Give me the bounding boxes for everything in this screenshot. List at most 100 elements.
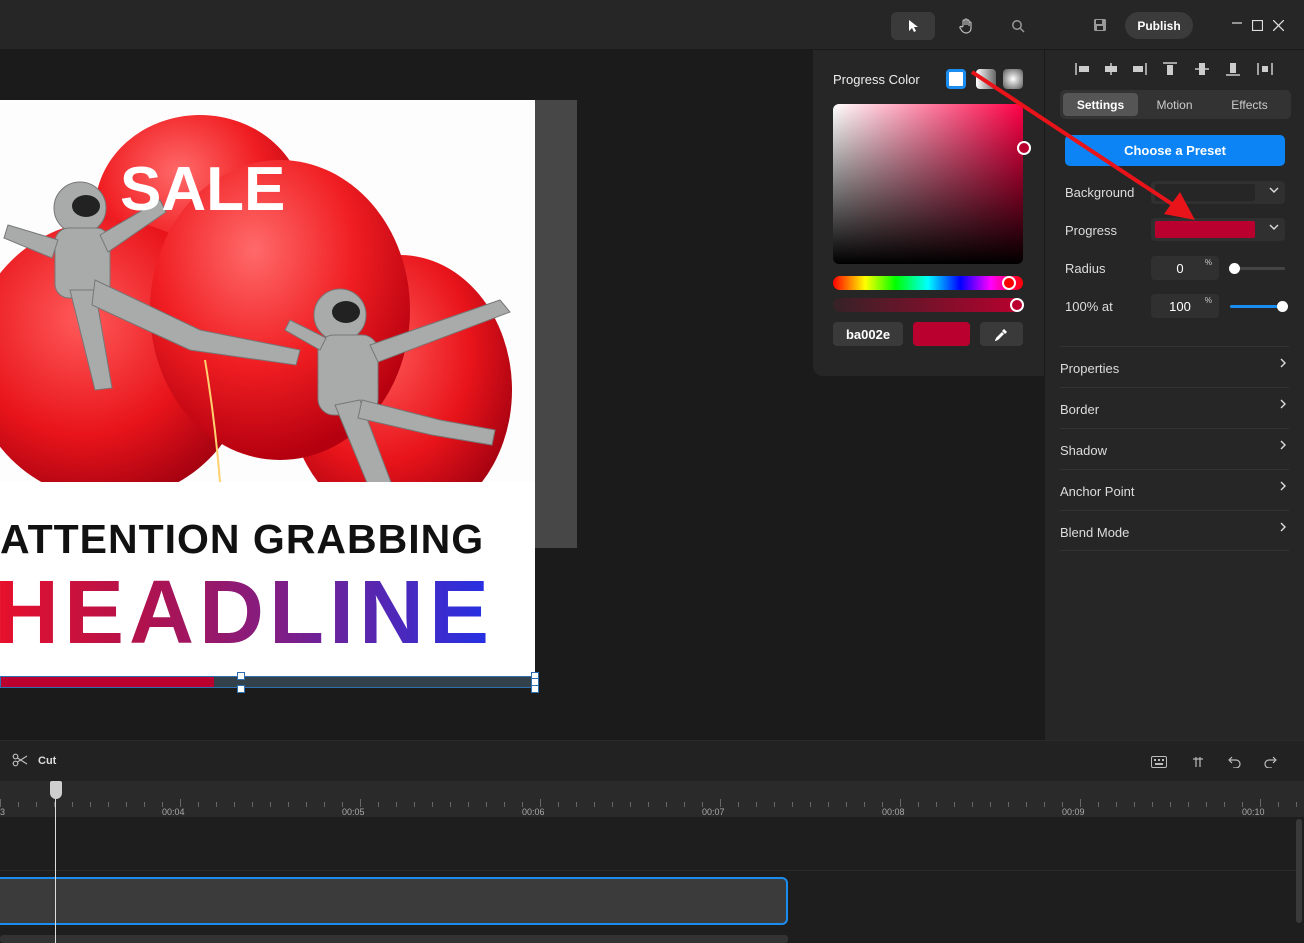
ruler-label: 3 [0,807,6,817]
maximize-icon[interactable] [1251,18,1264,35]
distribute-icon[interactable] [1255,62,1275,78]
timeline-scrollbar[interactable] [1296,819,1302,923]
chevron-down-icon [1269,184,1279,199]
choose-preset-button[interactable]: Choose a Preset [1065,135,1285,166]
alpha-slider-thumb[interactable] [1010,298,1024,312]
save-button[interactable] [1093,18,1107,37]
resize-handle-bottom[interactable] [237,685,245,693]
progress-color-field[interactable] [1151,218,1285,241]
at100-slider-thumb[interactable] [1277,301,1288,312]
align-top-icon[interactable] [1160,62,1180,78]
hand-tool-button[interactable] [944,12,988,40]
playhead-line [55,781,56,943]
at100-value: 100 [1169,299,1191,314]
chevron-right-icon [1279,356,1287,372]
ruler-label: 00:07 [702,807,725,817]
align-center-horizontal-icon[interactable] [1101,62,1121,78]
chevron-right-icon [1279,397,1287,413]
at100-input[interactable]: 100 % [1151,294,1219,318]
artboard[interactable]: SALE ATTENTION GRABBING HEADLINE [0,100,535,676]
color-picker-popup: Progress Color ba002e [813,50,1044,376]
at100-unit: % [1204,296,1212,305]
cut-label[interactable]: Cut [38,755,56,767]
chevron-down-icon [1269,221,1279,236]
playhead-handle[interactable] [50,781,62,799]
saturation-value-thumb[interactable] [1017,141,1031,155]
redo-icon[interactable] [1264,755,1277,773]
section-label: Blend Mode [1060,525,1130,540]
align-center-vertical-icon[interactable] [1192,62,1212,78]
progress-color-swatch [1155,221,1255,238]
section-border[interactable]: Border [1060,387,1289,428]
timeline-ruler[interactable]: 3 00:04 00:05 00:06 00:07 00:08 00:09 00… [0,781,1304,817]
split-icon[interactable] [1192,755,1204,773]
minimize-icon[interactable] [1232,13,1242,30]
section-label: Border [1060,402,1100,417]
alpha-slider[interactable] [833,298,1023,312]
saturation-value-area[interactable] [833,104,1023,264]
top-toolbar: Publish [0,0,1304,50]
ruler-label: 00:10 [1242,807,1265,817]
section-shadow[interactable]: Shadow [1060,428,1289,469]
eyedropper-button[interactable] [980,322,1023,346]
at100-slider-fill [1230,305,1282,308]
hue-slider-thumb[interactable] [1002,276,1016,290]
publish-button[interactable]: Publish [1125,12,1193,39]
section-blend-mode[interactable]: Blend Mode [1060,510,1289,551]
background-color-field[interactable] [1151,181,1285,204]
align-left-icon[interactable] [1073,62,1093,78]
ruler-label: 00:06 [522,807,545,817]
keyboard-icon[interactable] [1151,755,1167,773]
close-icon[interactable] [1272,18,1285,35]
section-anchor-point[interactable]: Anchor Point [1060,469,1289,510]
chevron-right-icon [1279,479,1287,495]
background-label: Background [1065,185,1135,200]
canvas-backdrop-panel [535,100,577,548]
radius-slider-thumb[interactable] [1229,263,1240,274]
align-right-icon[interactable] [1129,62,1149,78]
ruler-ticks [0,799,1297,807]
radius-slider[interactable] [1229,263,1285,274]
eyedropper-icon [995,328,1007,341]
align-bottom-icon[interactable] [1223,62,1243,78]
radial-gradient-mode-button[interactable] [1003,69,1023,89]
hue-slider[interactable] [833,276,1023,290]
hex-color-input[interactable]: ba002e [833,322,903,346]
zoom-tool-button[interactable] [996,12,1040,40]
linear-gradient-mode-button[interactable] [976,69,996,89]
radius-unit: % [1204,258,1212,267]
pointer-arrow-icon [909,20,918,32]
current-color-swatch [913,322,970,346]
radius-label: Radius [1065,261,1106,276]
astronaut-sale-photo[interactable]: SALE [0,100,535,482]
section-properties[interactable]: Properties [1060,346,1289,387]
select-tool-button[interactable] [891,12,935,40]
picker-title: Progress Color [833,72,920,87]
progress-bar-element[interactable] [0,676,535,688]
tab-motion[interactable]: Motion [1137,93,1212,116]
sale-balloon-text: SALE [120,155,285,224]
solid-color-mode-button[interactable] [946,69,966,89]
chevron-right-icon [1279,520,1287,536]
undo-icon[interactable] [1228,755,1241,773]
cut-button[interactable] [12,753,28,772]
timeline-track-empty[interactable] [0,817,1300,871]
headline-main-text[interactable]: HEADLINE [0,562,494,665]
radius-value: 0 [1176,261,1184,276]
section-label: Properties [1060,361,1120,376]
at100-slider[interactable] [1230,301,1288,312]
headline-top-text[interactable]: ATTENTION GRABBING [0,516,484,563]
ruler-label: 00:09 [1062,807,1085,817]
chevron-right-icon [1279,438,1287,454]
tab-effects[interactable]: Effects [1212,93,1287,116]
save-icon [1094,19,1106,31]
tab-settings[interactable]: Settings [1063,93,1138,116]
scissors-icon [12,753,28,767]
resize-handle-top[interactable] [237,672,245,680]
timeline-clip-progress-bar[interactable] [0,877,788,925]
radius-input[interactable]: 0 % [1151,256,1219,280]
background-color-swatch [1155,184,1255,201]
panel-tabs: Settings Motion Effects [1060,90,1291,119]
balloon-astronaut-image: SALE [0,115,512,482]
resize-handle-bottom-right[interactable] [531,685,539,693]
